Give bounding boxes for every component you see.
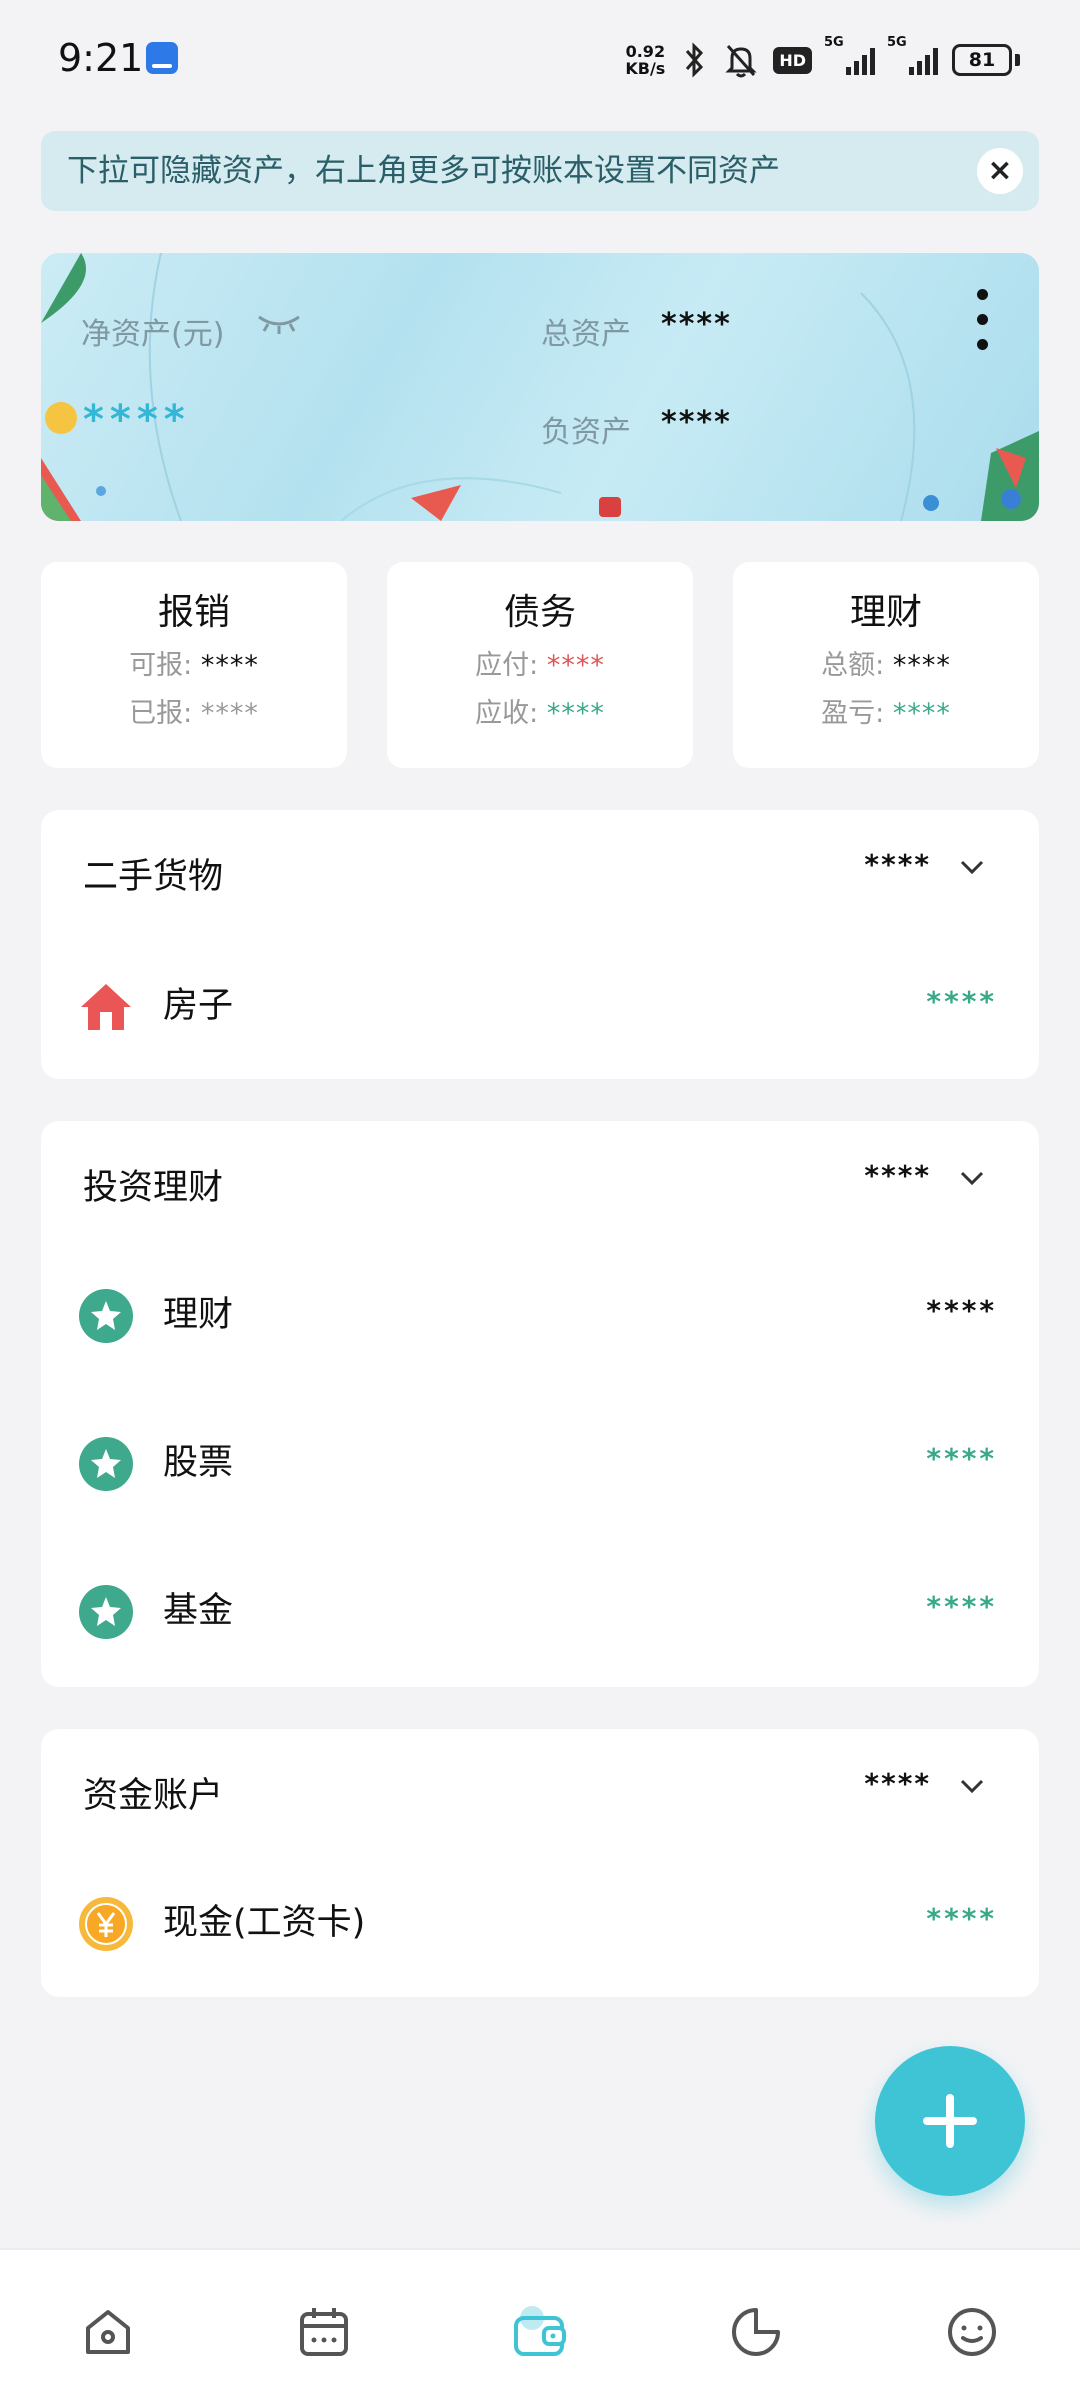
status-icons: 0.92 KB/s HD 5G 5G 81 — [625, 35, 1020, 82]
list-item-stocks[interactable]: 股票 **** — [41, 1389, 1039, 1537]
row-label: 应收: — [475, 698, 539, 729]
star-icon — [79, 1437, 133, 1491]
item-value: **** — [926, 1590, 997, 1623]
pie-chart-icon[interactable] — [726, 2302, 786, 2362]
section-title: 资金账户 — [83, 1776, 224, 1816]
bottom-navigation — [0, 2248, 1080, 2405]
hd-icon: HD — [773, 46, 812, 74]
investment-card[interactable]: 理财 总额: **** 盈亏: **** — [733, 562, 1039, 768]
section-total: **** — [864, 848, 931, 881]
eye-closed-icon[interactable] — [256, 313, 302, 335]
card-row-total: 总额: **** — [733, 642, 1039, 690]
item-value: **** — [926, 985, 997, 1018]
section-title: 二手货物 — [83, 857, 224, 897]
signal-1-label: 5G — [824, 35, 844, 50]
row-label: 可报: — [129, 650, 193, 681]
card-title: 理财 — [849, 592, 922, 633]
total-asset-value: **** — [661, 307, 732, 342]
asset-summary-card: 净资产(元) **** 总资产 **** 负资产 **** — [41, 253, 1039, 521]
yuan-coin-icon — [79, 1897, 133, 1951]
item-value: **** — [926, 1294, 997, 1327]
item-name: 理财 — [163, 1295, 234, 1335]
row-value: **** — [892, 650, 951, 681]
item-name: 现金(工资卡) — [163, 1903, 366, 1943]
card-row-receivable: 应收: **** — [387, 690, 693, 738]
house-icon — [81, 984, 131, 1030]
card-background-pattern — [41, 253, 1039, 521]
card-title: 债务 — [503, 592, 576, 633]
tip-text: 下拉可隐藏资产，右上角更多可按账本设置不同资产 — [67, 153, 780, 189]
item-name: 房子 — [163, 986, 234, 1026]
row-value: **** — [546, 698, 605, 729]
battery-icon: 81 — [952, 44, 1020, 76]
card-row-profit-loss: 盈亏: **** — [733, 690, 1039, 738]
reimbursement-card[interactable]: 报销 可报: **** 已报: **** — [41, 562, 347, 768]
row-label: 总额: — [821, 650, 885, 681]
row-label: 应付: — [475, 650, 539, 681]
chevron-down-icon[interactable] — [957, 852, 987, 882]
row-value: **** — [546, 650, 605, 681]
more-options-icon[interactable] — [977, 289, 989, 364]
liability-label: 负资产 — [541, 415, 631, 450]
wallet-icon[interactable] — [510, 2302, 570, 2362]
row-label: 已报: — [129, 698, 193, 729]
net-asset-label: 净资产(元) — [81, 317, 225, 352]
debt-card[interactable]: 债务 应付: **** 应收: **** — [387, 562, 693, 768]
signal-2-label: 5G — [887, 35, 907, 50]
item-value: **** — [926, 1902, 997, 1935]
row-value: **** — [892, 698, 951, 729]
item-name: 股票 — [163, 1443, 234, 1483]
status-bar: 9:21 0.92 KB/s HD 5G 5G 81 — [0, 0, 1080, 120]
chevron-down-icon[interactable] — [957, 1163, 987, 1193]
chevron-down-icon[interactable] — [957, 1771, 987, 1801]
star-icon — [79, 1585, 133, 1639]
bluetooth-icon — [686, 42, 704, 78]
list-item-wealth-management[interactable]: 理财 **** — [41, 1241, 1039, 1389]
net-asset-value: **** — [83, 397, 191, 443]
star-icon — [79, 1289, 133, 1343]
section-fund-accounts: 资金账户 **** 现金(工资卡) **** — [41, 1729, 1039, 1997]
app-notification-icon — [146, 42, 178, 74]
item-value: **** — [926, 1442, 997, 1475]
battery-level: 81 — [952, 44, 1012, 76]
row-value: **** — [200, 650, 259, 681]
profile-icon[interactable] — [942, 2302, 1002, 2362]
close-tip-button[interactable]: × — [977, 148, 1023, 194]
list-item-house[interactable]: 房子 **** — [41, 932, 1039, 1080]
tip-banner: 下拉可隐藏资产，右上角更多可按账本设置不同资产 × — [41, 131, 1039, 211]
liability-value: **** — [661, 405, 732, 440]
signal-icon-1: 5G — [824, 35, 875, 75]
card-row-payable: 应付: **** — [387, 642, 693, 690]
section-second-hand-goods: 二手货物 **** 房子 **** — [41, 810, 1039, 1079]
calendar-icon[interactable] — [294, 2302, 354, 2362]
status-time: 9:21 — [58, 36, 144, 80]
list-item-cash[interactable]: 现金(工资卡) **** — [41, 1849, 1039, 1997]
row-value: **** — [200, 698, 259, 729]
total-asset-label: 总资产 — [541, 317, 631, 352]
network-speed: 0.92 KB/s — [625, 43, 665, 77]
section-total: **** — [864, 1159, 931, 1192]
section-investment: 投资理财 **** 理财 **** 股票 **** 基金 **** — [41, 1121, 1039, 1687]
card-row-claimed: 已报: **** — [41, 690, 347, 738]
card-title: 报销 — [157, 592, 230, 633]
home-icon[interactable] — [78, 2302, 138, 2362]
list-item-funds[interactable]: 基金 **** — [41, 1537, 1039, 1685]
section-total: **** — [864, 1767, 931, 1800]
network-speed-unit: KB/s — [625, 59, 666, 78]
section-title: 投资理财 — [83, 1168, 224, 1208]
item-name: 基金 — [163, 1591, 234, 1631]
card-row-claimable: 可报: **** — [41, 642, 347, 690]
add-button[interactable] — [875, 2046, 1025, 2196]
network-speed-value: 0.92 — [625, 42, 666, 61]
signal-icon-2: 5G — [887, 35, 938, 75]
row-label: 盈亏: — [821, 698, 885, 729]
mute-bell-icon — [725, 44, 757, 78]
